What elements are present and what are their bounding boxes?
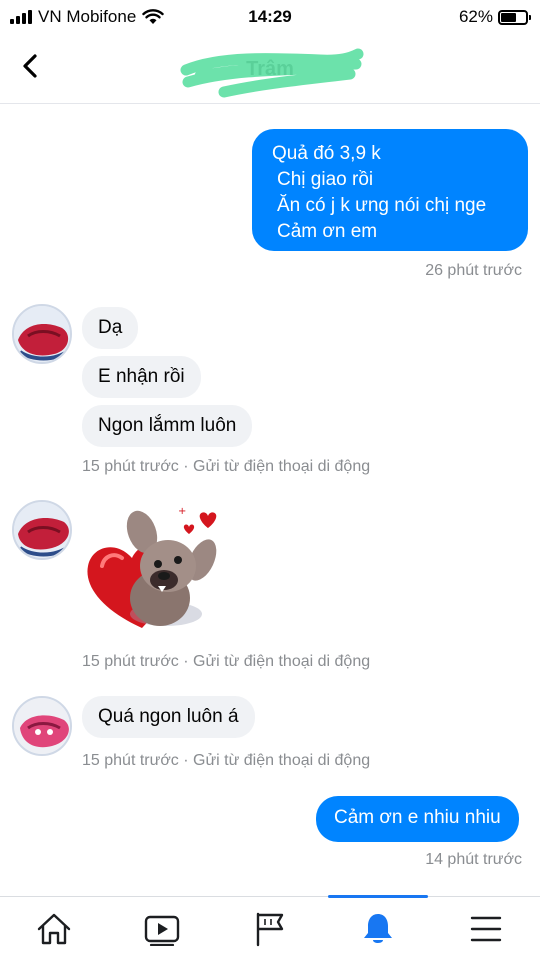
message-line: Cảm ơn em xyxy=(277,221,378,242)
home-icon xyxy=(37,913,71,945)
status-right: 62% xyxy=(458,7,531,27)
nav-notifications[interactable] xyxy=(324,897,432,960)
flag-icon xyxy=(256,912,284,947)
redaction-scribble xyxy=(180,48,364,98)
nav-watch[interactable] xyxy=(108,897,216,960)
message-meta: 15 phút trước · Gửi từ điện thoại di độn… xyxy=(82,653,371,670)
contact-avatar[interactable] xyxy=(12,500,72,560)
incoming-message-bubble[interactable]: Dạ xyxy=(82,307,139,349)
avatar-image xyxy=(14,306,70,362)
nav-home[interactable] xyxy=(0,897,108,960)
message-meta: 15 phút trước · Gửi từ điện thoại di độn… xyxy=(82,458,371,475)
bell-icon xyxy=(364,914,392,943)
message-timestamp: 14 phút trước xyxy=(425,851,522,868)
avatar-image xyxy=(14,698,70,754)
outgoing-message-bubble[interactable]: Quả đó 3,9 k Chị giao rồi Ăn có j k ưng … xyxy=(252,129,528,251)
battery-fill xyxy=(501,12,516,22)
message-line: Ăn có j k ưng nói chị nge xyxy=(277,195,487,216)
video-icon xyxy=(144,915,180,946)
contact-avatar[interactable] xyxy=(12,304,72,364)
message-line: Quả đó 3,9 k xyxy=(272,143,381,164)
svg-text:+: + xyxy=(178,506,186,517)
nav-menu[interactable] xyxy=(432,897,540,960)
conversation-header: Trâm xyxy=(0,34,540,104)
message-timestamp: 26 phút trước xyxy=(425,262,522,279)
outgoing-message-bubble[interactable]: Cảm ơn e nhiu nhiu xyxy=(316,796,519,842)
status-bar: VN Mobifone 14:29 62% xyxy=(0,0,540,34)
incoming-message-bubble[interactable]: E nhận rồi xyxy=(82,356,201,398)
nav-pages[interactable] xyxy=(216,897,324,960)
message-meta: 15 phút trước · Gửi từ điện thoại di độn… xyxy=(82,752,371,769)
battery-percent: 62% xyxy=(458,7,493,26)
mouse-heart-sticker[interactable]: + xyxy=(82,502,222,642)
message-thread[interactable]: Quả đó 3,9 k Chị giao rồi Ăn có j k ưng … xyxy=(0,104,540,896)
avatar-image xyxy=(14,502,70,558)
menu-icon xyxy=(470,916,502,942)
message-line: Chị giao rồi xyxy=(277,169,374,190)
incoming-message-bubble[interactable]: Ngon lắmm luôn xyxy=(82,405,253,447)
incoming-message-bubble[interactable]: Quá ngon luôn á xyxy=(82,696,255,738)
bottom-navigation xyxy=(0,895,540,960)
battery-icon xyxy=(498,9,531,25)
contact-avatar[interactable] xyxy=(12,696,72,756)
